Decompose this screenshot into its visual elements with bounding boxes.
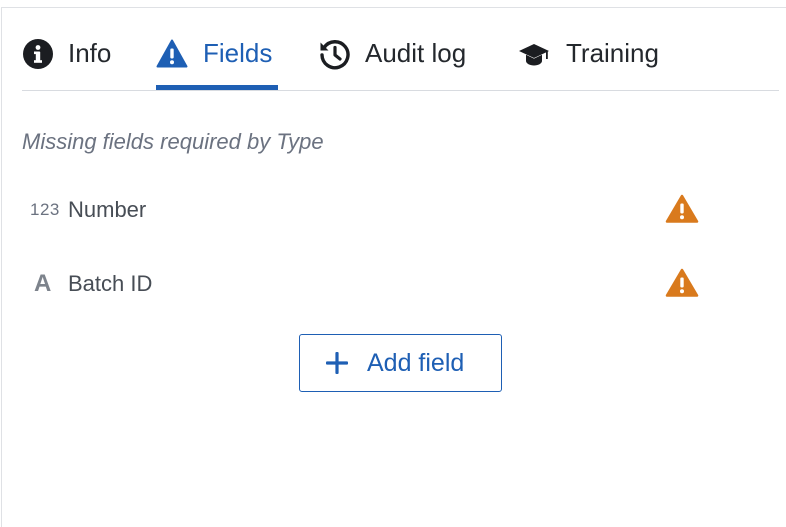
tab-info-label: Info	[68, 38, 112, 68]
number-type-icon: 123	[30, 196, 60, 224]
tab-fields-label: Fields	[203, 38, 273, 68]
text-type-icon: A	[34, 270, 52, 298]
graduation-cap-icon	[519, 44, 549, 66]
add-field-button[interactable]: Add field	[299, 334, 502, 392]
active-tab-indicator	[156, 85, 278, 90]
field-label-number: Number	[68, 197, 147, 222]
missing-fields-title: Missing fields required by Type	[22, 129, 324, 154]
tab-fields[interactable]: Fields	[156, 26, 278, 90]
number-type-glyph: 123	[30, 200, 60, 219]
add-field-label: Add field	[367, 349, 465, 377]
field-label-batch-id: Batch ID	[68, 271, 153, 296]
warning-icon	[665, 194, 699, 223]
tab-audit-log[interactable]: Audit log	[318, 26, 482, 88]
missing-field-row: 123 Number	[30, 192, 700, 228]
tab-audit-log-label: Audit log	[365, 38, 467, 68]
missing-field-row: A Batch ID	[30, 266, 700, 302]
history-icon	[320, 40, 350, 70]
warning-triangle-icon	[156, 39, 188, 68]
tab-info[interactable]: Info	[22, 26, 122, 88]
info-circle-icon	[23, 39, 53, 69]
plus-icon	[326, 352, 348, 374]
tab-training[interactable]: Training	[518, 26, 678, 88]
warning-icon	[665, 268, 699, 297]
tab-bar: Info Fields Audit log Training	[22, 26, 779, 91]
tab-training-label: Training	[566, 38, 659, 68]
text-type-glyph: A	[34, 270, 52, 297]
